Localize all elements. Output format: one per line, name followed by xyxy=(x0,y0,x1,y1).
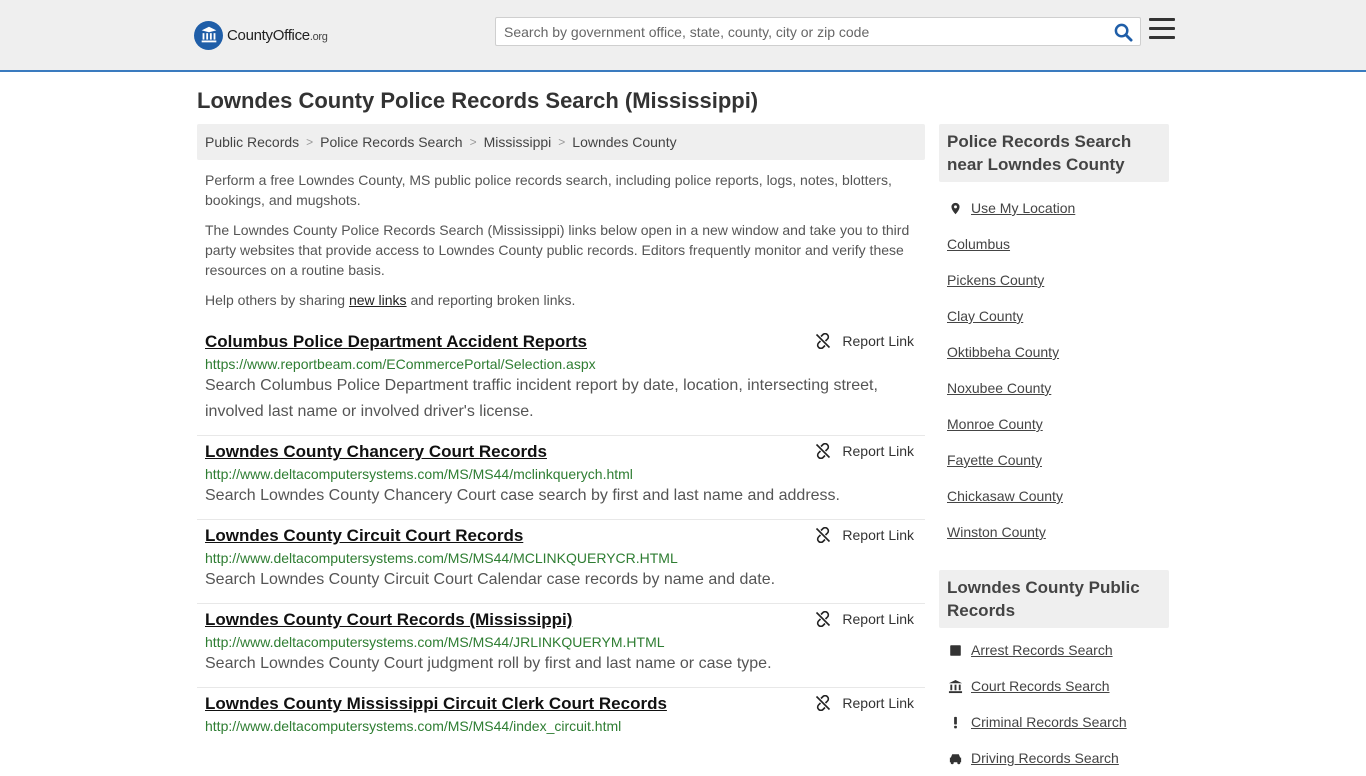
intro-paragraph-3: Help others by sharing new links and rep… xyxy=(205,292,576,308)
new-links-link[interactable]: new links xyxy=(349,292,407,308)
record-item: Lowndes County Chancery Court Records Re… xyxy=(197,436,925,520)
list-item: Winston County xyxy=(947,514,1161,550)
record-description: Search Lowndes County Court judgment rol… xyxy=(205,655,772,672)
sidebar-heading-nearby: Police Records Search near Lowndes Count… xyxy=(939,124,1169,182)
nearby-link-monroe-county[interactable]: Monroe County xyxy=(947,416,1043,432)
broken-link-icon xyxy=(816,611,831,627)
broken-link-icon xyxy=(816,443,831,459)
nearby-link-oktibbeha-county[interactable]: Oktibbeha County xyxy=(947,344,1059,360)
criminal-records-search-link[interactable]: Criminal Records Search xyxy=(971,714,1127,730)
nearby-link-chickasaw-county[interactable]: Chickasaw County xyxy=(947,488,1063,504)
breadcrumb-police-records-search[interactable]: Police Records Search xyxy=(320,134,462,150)
record-title-link[interactable]: Lowndes County Court Records (Mississipp… xyxy=(205,610,572,630)
breadcrumb-public-records[interactable]: Public Records xyxy=(205,134,299,150)
breadcrumb-separator: > xyxy=(558,135,566,149)
record-title-link[interactable]: Lowndes County Circuit Court Records xyxy=(205,526,523,546)
record-title-link[interactable]: Columbus Police Department Accident Repo… xyxy=(205,332,587,352)
list-item: Monroe County xyxy=(947,406,1161,442)
list-item: Fayette County xyxy=(947,442,1161,478)
sidebar: Police Records Search near Lowndes Count… xyxy=(939,124,1169,776)
record-item: Lowndes County Circuit Court Records Rep… xyxy=(197,520,925,604)
search-input[interactable] xyxy=(496,18,1106,45)
nearby-link-clay-county[interactable]: Clay County xyxy=(947,308,1023,324)
report-link-button[interactable]: Report Link xyxy=(815,695,914,711)
record-url: http://www.deltacomputersystems.com/MS/M… xyxy=(205,718,622,734)
car-icon xyxy=(947,750,963,766)
breadcrumb-separator: > xyxy=(469,135,477,149)
list-item: Chickasaw County xyxy=(947,478,1161,514)
broken-link-icon xyxy=(816,527,831,543)
court-records-search-link[interactable]: Court Records Search xyxy=(971,678,1110,694)
list-item: Criminal Records Search xyxy=(947,704,1161,740)
report-link-button[interactable]: Report Link xyxy=(815,443,914,459)
page-title: Lowndes County Police Records Search (Mi… xyxy=(197,88,759,113)
breadcrumb-separator: > xyxy=(306,135,314,149)
broken-link-icon xyxy=(816,333,831,349)
report-link-button[interactable]: Report Link xyxy=(815,527,914,543)
record-description: Search Columbus Police Department traffi… xyxy=(205,377,878,420)
record-url: http://www.deltacomputersystems.com/MS/M… xyxy=(205,466,633,482)
sidebar-heading-public-records: Lowndes County Public Records xyxy=(939,570,1169,628)
exclamation-icon xyxy=(947,714,963,730)
broken-link-icon xyxy=(816,695,831,711)
breadcrumb-mississippi[interactable]: Mississippi xyxy=(484,134,552,150)
list-item: Arrest Records Search xyxy=(947,632,1161,668)
record-url: http://www.deltacomputersystems.com/MS/M… xyxy=(205,550,678,566)
records-list: Columbus Police Department Accident Repo… xyxy=(197,326,925,744)
record-description: Search Lowndes County Circuit Court Cale… xyxy=(205,571,776,588)
logo-seal-icon xyxy=(194,20,223,50)
public-records-list: Arrest Records Search Court Records Sear… xyxy=(939,628,1169,776)
intro-text: Perform a free Lowndes County, MS public… xyxy=(205,170,917,320)
breadcrumb-lowndes-county[interactable]: Lowndes County xyxy=(572,134,676,150)
list-item: Oktibbeha County xyxy=(947,334,1161,370)
record-url: https://www.reportbeam.com/ECommercePort… xyxy=(205,356,596,372)
use-my-location-link[interactable]: Use My Location xyxy=(971,200,1075,216)
list-item: Clay County xyxy=(947,298,1161,334)
nearby-list: Use My Location Columbus Pickens County … xyxy=(939,182,1169,550)
square-icon xyxy=(947,642,963,658)
arrest-records-search-link[interactable]: Arrest Records Search xyxy=(971,642,1113,658)
report-link-button[interactable]: Report Link xyxy=(815,611,914,627)
courthouse-icon xyxy=(947,678,963,694)
search-box xyxy=(495,17,1141,46)
record-url: http://www.deltacomputersystems.com/MS/M… xyxy=(205,634,665,650)
search-button[interactable] xyxy=(1112,21,1134,43)
intro-paragraph-2: The Lowndes County Police Records Search… xyxy=(205,222,910,278)
site-header: CountyOffice.org xyxy=(0,0,1366,72)
nearby-link-winston-county[interactable]: Winston County xyxy=(947,524,1046,540)
breadcrumb: Public Records > Police Records Search >… xyxy=(197,124,925,160)
search-icon xyxy=(1114,23,1133,42)
report-link-button[interactable]: Report Link xyxy=(815,333,914,349)
record-item: Columbus Police Department Accident Repo… xyxy=(197,326,925,436)
list-item: Court Records Search xyxy=(947,668,1161,704)
record-description: Search Lowndes County Chancery Court cas… xyxy=(205,487,840,504)
intro-paragraph-1: Perform a free Lowndes County, MS public… xyxy=(205,172,892,208)
list-item: Columbus xyxy=(947,226,1161,262)
record-item: Lowndes County Court Records (Mississipp… xyxy=(197,604,925,688)
list-item: Driving Records Search xyxy=(947,740,1161,776)
logo-text: CountyOffice.org xyxy=(227,26,328,44)
record-title-link[interactable]: Lowndes County Chancery Court Records xyxy=(205,442,547,462)
hamburger-menu-icon[interactable] xyxy=(1149,18,1175,42)
nearby-link-pickens-county[interactable]: Pickens County xyxy=(947,272,1044,288)
nearby-link-fayette-county[interactable]: Fayette County xyxy=(947,452,1042,468)
driving-records-search-link[interactable]: Driving Records Search xyxy=(971,750,1119,766)
list-item: Pickens County xyxy=(947,262,1161,298)
nearby-link-noxubee-county[interactable]: Noxubee County xyxy=(947,380,1051,396)
list-item: Noxubee County xyxy=(947,370,1161,406)
map-pin-icon xyxy=(947,200,963,216)
record-item: Lowndes County Mississippi Circuit Clerk… xyxy=(197,688,925,744)
record-title-link[interactable]: Lowndes County Mississippi Circuit Clerk… xyxy=(205,694,667,714)
nearby-link-columbus[interactable]: Columbus xyxy=(947,236,1010,252)
list-item: Use My Location xyxy=(947,190,1161,226)
site-logo[interactable]: CountyOffice.org xyxy=(194,20,328,50)
